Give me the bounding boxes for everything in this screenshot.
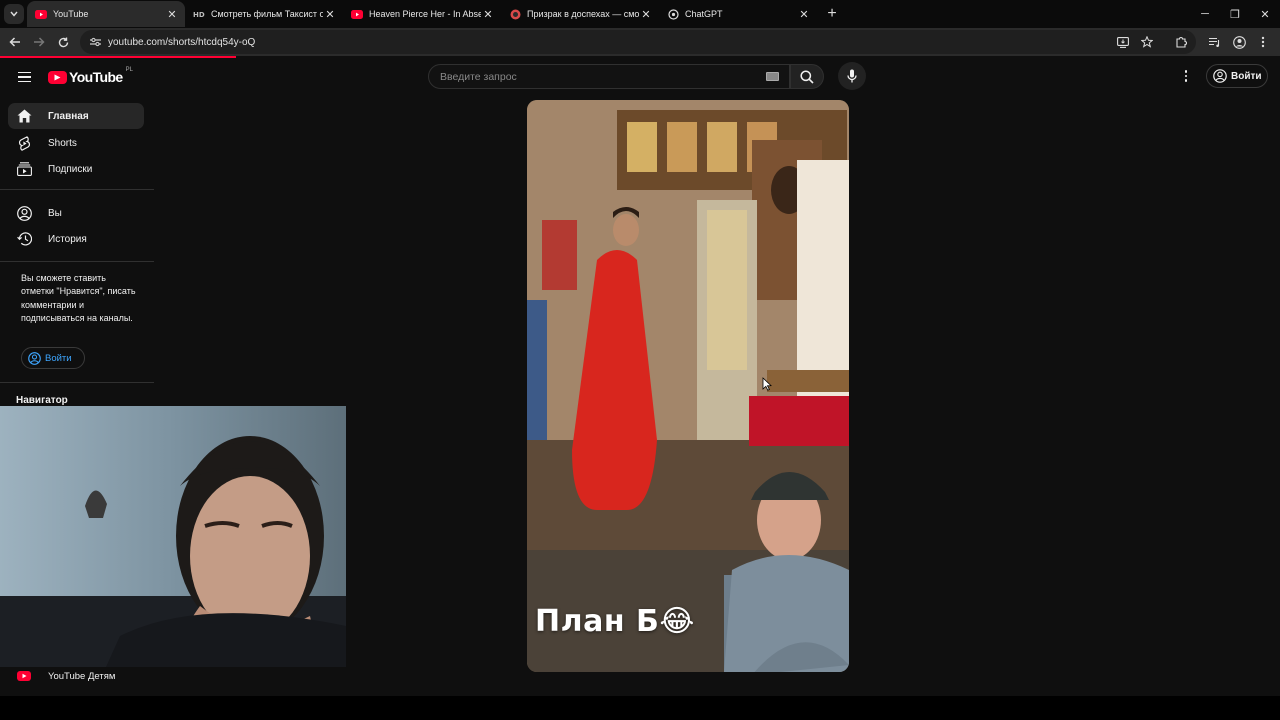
sidebar-item-home[interactable]: Главная	[8, 103, 144, 129]
youtube-logo[interactable]: YouTube PL	[48, 67, 133, 85]
sidebar-item-history[interactable]: История	[8, 226, 144, 252]
search-icon	[800, 69, 814, 84]
history-icon	[16, 231, 32, 247]
new-tab-button[interactable]: +	[821, 3, 843, 25]
browser-tab-heaven-pierce-her[interactable]: Heaven Pierce Her - In Absentia ✕	[343, 1, 501, 27]
browser-tab-ghost-in-the-shell[interactable]: Призрак в доспехах — смотреть ✕	[501, 1, 659, 27]
tab-title: Призрак в доспехах — смотреть	[527, 9, 639, 19]
youtube-icon	[35, 8, 47, 20]
browser-menu-icon[interactable]	[1252, 30, 1274, 54]
site-settings-icon[interactable]	[88, 35, 102, 49]
voice-search-button[interactable]	[838, 62, 866, 90]
url-text: youtube.com/shorts/htcdq54y-oQ	[108, 36, 256, 48]
profile-icon[interactable]	[1228, 30, 1250, 54]
search-placeholder: Введите запрос	[440, 70, 517, 83]
tab-title: Смотреть фильм Таксист онлайн	[211, 9, 323, 19]
close-tab-icon[interactable]: ✕	[797, 7, 811, 21]
webcam-overlay	[0, 406, 346, 667]
browser-tab-strip: YouTube ✕ HD Смотреть фильм Таксист онла…	[0, 0, 1280, 28]
account-circle-icon	[1213, 69, 1227, 83]
sidebar-item-youtube-kids[interactable]: YouTube Детям	[8, 664, 144, 688]
sidebar-item-subscriptions[interactable]: Подписки	[8, 156, 144, 182]
short-caption-text: План Б😂	[535, 604, 695, 639]
svg-text:HD: HD	[193, 11, 205, 18]
taskbar-strip	[0, 696, 1280, 720]
chatgpt-icon	[667, 8, 679, 20]
close-tab-icon[interactable]: ✕	[323, 7, 337, 21]
sidebar-divider	[0, 189, 154, 190]
sign-in-promo-text: Вы сможете ставить отметки "Нравится", п…	[21, 273, 136, 323]
restore-icon[interactable]: ❐	[1220, 0, 1250, 28]
search-button[interactable]	[790, 64, 824, 89]
sidebar-item-you[interactable]: Вы	[8, 200, 144, 226]
sidebar-item-label: YouTube Детям	[48, 670, 116, 682]
browser-tab-youtube[interactable]: YouTube ✕	[27, 1, 185, 27]
youtube-kids-icon	[16, 668, 32, 684]
minimize-icon[interactable]: ─	[1190, 0, 1220, 28]
microphone-icon	[847, 69, 857, 83]
settings-more-icon[interactable]	[1176, 66, 1196, 86]
sign-in-button[interactable]: Войти	[1206, 64, 1268, 88]
sidebar-item-label: История	[48, 233, 87, 245]
tab-title: ChatGPT	[685, 9, 723, 19]
navigator-heading: Навигатор	[16, 395, 68, 406]
sidebar-divider	[0, 382, 154, 383]
subscriptions-icon	[16, 161, 32, 177]
forward-arrow-icon[interactable]	[27, 30, 51, 54]
logo-wordmark: YouTube	[69, 69, 123, 85]
shorts-video-frame-image	[527, 100, 849, 672]
account-circle-icon	[28, 351, 41, 365]
region-code: PL	[125, 67, 133, 73]
sidebar-item-shorts[interactable]: Shorts	[8, 130, 144, 156]
install-app-icon[interactable]	[1112, 30, 1134, 54]
sign-in-label: Войти	[45, 352, 72, 364]
tab-search-button[interactable]	[4, 4, 24, 24]
sidebar-item-label: Вы	[48, 207, 62, 219]
hd-icon: HD	[193, 8, 205, 20]
sidebar-item-label: Подписки	[48, 163, 93, 175]
browser-tab-taxi-driver[interactable]: HD Смотреть фильм Таксист онлайн ✕	[185, 1, 343, 27]
shorts-video-player[interactable]: План Б😂	[527, 100, 849, 672]
close-tab-icon[interactable]: ✕	[481, 7, 495, 21]
guide-menu-icon[interactable]	[14, 67, 34, 87]
tab-title: YouTube	[53, 9, 89, 19]
shorts-icon	[16, 135, 32, 151]
address-bar[interactable]: youtube.com/shorts/htcdq54y-oQ	[80, 30, 1196, 54]
bookmark-star-icon[interactable]	[1136, 30, 1158, 54]
search-input[interactable]: Введите запрос	[428, 64, 790, 89]
youtube-icon	[351, 8, 363, 20]
sidebar-item-label: Shorts	[48, 137, 77, 149]
toolbar-actions	[1112, 30, 1274, 54]
keyboard-icon[interactable]	[766, 72, 779, 81]
browser-tab-chatgpt[interactable]: ChatGPT ✕	[659, 1, 817, 27]
sidebar-item-label: Главная	[48, 110, 89, 122]
mouse-cursor-icon	[762, 377, 772, 391]
chevron-down-icon	[10, 11, 18, 17]
tab-title: Heaven Pierce Her - In Absentia	[369, 9, 481, 19]
close-tab-icon[interactable]: ✕	[165, 7, 179, 21]
close-window-icon[interactable]: ✕	[1250, 0, 1280, 28]
window-controls: ─ ❐ ✕	[1190, 0, 1280, 28]
sidebar-sign-in-button[interactable]: Войти	[21, 347, 85, 369]
close-tab-icon[interactable]: ✕	[639, 7, 653, 21]
browser-toolbar: youtube.com/shorts/htcdq54y-oQ	[0, 28, 1280, 56]
youtube-masthead: YouTube PL Введите запрос Войти	[0, 58, 1280, 96]
back-arrow-icon[interactable]	[3, 30, 27, 54]
red-circle-icon	[509, 8, 521, 20]
youtube-play-icon	[48, 70, 67, 84]
home-icon	[16, 108, 32, 124]
reload-icon[interactable]	[51, 30, 75, 54]
sign-in-label: Войти	[1231, 70, 1262, 82]
webcam-video-image	[0, 406, 346, 667]
account-icon	[16, 205, 32, 221]
media-controls-icon[interactable]	[1204, 30, 1226, 54]
sidebar-divider	[0, 261, 154, 262]
extensions-icon[interactable]	[1170, 30, 1192, 54]
